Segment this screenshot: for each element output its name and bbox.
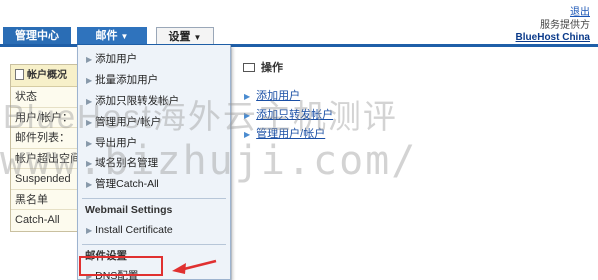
mail-dropdown-menu: ▶ 添加用户 ▶ 批量添加用户 ▶ 添加只限转发帐户 ▶ 管理用户/帐户 ▶ 导出用户 ▶… bbox=[77, 45, 231, 280]
provider-name-link[interactable]: BlueHost China bbox=[516, 32, 590, 44]
menu-item-bulk-add-users[interactable]: ▶ 批量添加用户 bbox=[78, 70, 230, 91]
operations-list: ▶ 添加用户 ▶ 添加只转发帐户 ▶ 管理用户/帐户 bbox=[244, 87, 333, 144]
menu-item-export-users[interactable]: ▶ 导出用户 bbox=[78, 133, 230, 154]
operation-item: ▶ 添加只转发帐户 bbox=[244, 106, 333, 125]
operation-item: ▶ 添加用户 bbox=[244, 87, 333, 106]
menu-item-domain-alias[interactable]: ▶ 域名别名管理 bbox=[78, 153, 230, 174]
sidebar-header: 帐户概况 bbox=[11, 65, 81, 87]
menu-item-label: 管理Catch-All bbox=[95, 178, 159, 191]
operations-panel: 操作 ▶ 添加用户 ▶ 添加只转发帐户 ▶ 管理用户/帐户 bbox=[231, 47, 598, 280]
chevron-right-icon: ▶ bbox=[86, 96, 93, 106]
tab-mail-label: 邮件 bbox=[95, 30, 118, 42]
dns-config-highlight-box bbox=[79, 256, 163, 276]
menu-divider bbox=[82, 198, 226, 200]
sidebar-title: 帐户概况 bbox=[27, 70, 67, 81]
chevron-right-icon: ▶ bbox=[86, 75, 93, 85]
chevron-right-icon: ▶ bbox=[244, 130, 251, 139]
menu-item-manage-catch-all[interactable]: ▶ 管理Catch-All bbox=[78, 174, 230, 195]
chevron-right-icon: ▶ bbox=[86, 117, 93, 127]
sidebar-item-catch-all[interactable]: Catch-All bbox=[11, 210, 81, 231]
operation-item: ▶ 管理用户/帐户 bbox=[244, 125, 333, 144]
operations-title: 操作 bbox=[243, 59, 283, 75]
document-icon bbox=[15, 69, 24, 80]
menu-item-label: 管理用户/帐户 bbox=[95, 115, 162, 128]
menu-item-add-forward-only[interactable]: ▶ 添加只限转发帐户 bbox=[78, 91, 230, 112]
account-overview-sidebar: 帐户概况 状态 用户/帐户： 邮件列表： 帐户超出空间 Suspended 黑名… bbox=[10, 64, 82, 232]
chevron-down-icon: ▼ bbox=[193, 33, 202, 42]
tab-home-label: 管理中心 bbox=[15, 30, 59, 42]
chevron-right-icon: ▶ bbox=[86, 138, 93, 148]
chevron-right-icon: ▶ bbox=[244, 92, 251, 101]
chevron-down-icon: ▼ bbox=[120, 32, 129, 41]
sidebar-item-status[interactable]: 状态 bbox=[11, 87, 81, 108]
chevron-right-icon: ▶ bbox=[86, 226, 93, 236]
tab-settings[interactable]: 设置 ▼ bbox=[156, 27, 214, 45]
menu-item-label: 域名别名管理 bbox=[95, 157, 159, 170]
provider-label: 服务提供方 bbox=[540, 20, 590, 31]
menu-item-label: 添加只限转发帐户 bbox=[95, 94, 180, 107]
menu-item-label: 导出用户 bbox=[95, 136, 138, 149]
sidebar-item-suspended[interactable]: Suspended bbox=[11, 169, 81, 190]
menu-item-install-certificate[interactable]: ▶ Install Certificate bbox=[78, 220, 230, 241]
tab-settings-label: 设置 bbox=[168, 31, 191, 43]
pointer-arrow-icon bbox=[172, 259, 217, 274]
chevron-right-icon: ▶ bbox=[244, 111, 251, 120]
sidebar-item-users[interactable]: 用户/帐户： bbox=[11, 107, 81, 128]
menu-item-manage-users[interactable]: ▶ 管理用户/帐户 bbox=[78, 112, 230, 133]
tab-management-center[interactable]: 管理中心 bbox=[3, 27, 71, 45]
manage-users-link[interactable]: 管理用户/帐户 bbox=[256, 128, 325, 140]
chevron-right-icon: ▶ bbox=[86, 180, 93, 190]
tab-mail[interactable]: 邮件 ▼ bbox=[77, 27, 147, 45]
menu-item-label: 添加用户 bbox=[95, 53, 138, 65]
add-user-link[interactable]: 添加用户 bbox=[256, 90, 300, 102]
menu-divider bbox=[82, 244, 226, 246]
chevron-right-icon: ▶ bbox=[86, 55, 93, 64]
webmail-settings-heading: Webmail Settings bbox=[85, 204, 173, 217]
menu-item-label: 批量添加用户 bbox=[95, 73, 159, 86]
add-forward-account-link[interactable]: 添加只转发帐户 bbox=[256, 109, 333, 121]
menu-item-label: Install Certificate bbox=[95, 224, 173, 237]
sidebar-item-over-quota[interactable]: 帐户超出空间 bbox=[11, 148, 81, 169]
mail-icon bbox=[243, 63, 255, 72]
chevron-right-icon: ▶ bbox=[86, 159, 93, 169]
sidebar-item-blacklist[interactable]: 黑名单 bbox=[11, 189, 81, 210]
operations-title-text: 操作 bbox=[261, 62, 283, 74]
menu-item-add-user[interactable]: ▶ 添加用户 bbox=[78, 49, 230, 70]
sidebar-item-mailing-lists[interactable]: 邮件列表： bbox=[11, 128, 81, 149]
provider-info: 服务提供方 BlueHost China bbox=[516, 20, 590, 44]
logout-link[interactable]: 退出 bbox=[570, 3, 590, 18]
